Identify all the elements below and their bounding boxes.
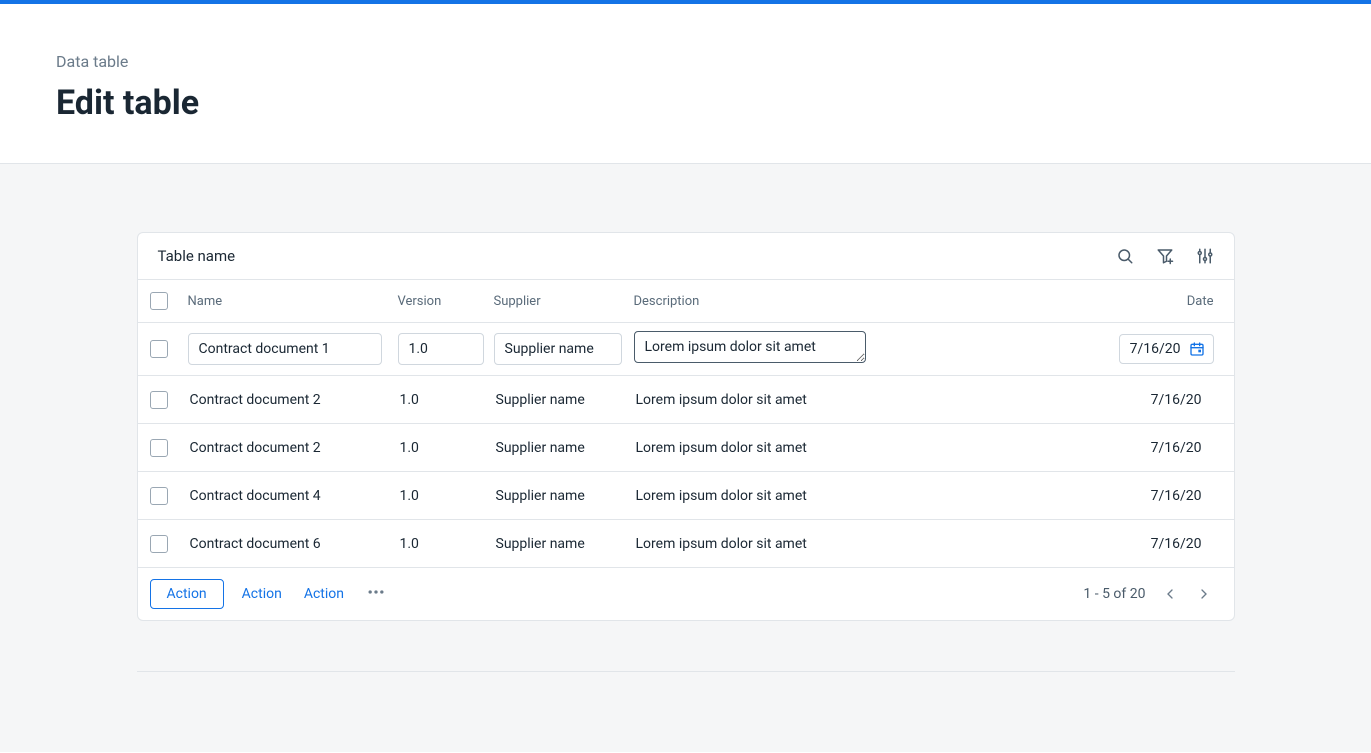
cell-supplier: Supplier name xyxy=(494,392,634,408)
section-divider xyxy=(137,671,1235,672)
table-title: Table name xyxy=(158,247,236,265)
table-row[interactable]: Contract document 4 1.0 Supplier name Lo… xyxy=(138,472,1234,520)
cell-supplier: Supplier name xyxy=(494,536,634,552)
search-icon[interactable] xyxy=(1116,247,1134,265)
row-checkbox[interactable] xyxy=(150,340,168,358)
table-row[interactable]: Contract document 2 1.0 Supplier name Lo… xyxy=(138,376,1234,424)
row-checkbox[interactable] xyxy=(150,487,168,505)
table-toolbar: Table name xyxy=(138,233,1234,280)
page-header: Data table Edit table xyxy=(0,4,1371,164)
row-checkbox[interactable] xyxy=(150,391,168,409)
row-checkbox[interactable] xyxy=(150,439,168,457)
cell-name: Contract document 4 xyxy=(188,488,398,504)
chevron-left-icon[interactable] xyxy=(1162,585,1180,603)
cell-date: 7/16/20 xyxy=(1088,440,1214,456)
table-row: 7/16/20 xyxy=(138,323,1234,376)
content-area: Table name xyxy=(0,164,1371,752)
data-table-card: Table name xyxy=(137,232,1235,621)
table-row[interactable]: Contract document 6 1.0 Supplier name Lo… xyxy=(138,520,1234,568)
cell-name: Contract document 2 xyxy=(188,392,398,408)
column-header-name[interactable]: Name xyxy=(188,294,398,309)
cell-description: Lorem ipsum dolor sit amet xyxy=(634,392,1088,408)
table-footer: Action Action Action 1 - 5 of 20 xyxy=(138,568,1234,620)
cell-version: 1.0 xyxy=(398,392,494,408)
sliders-icon[interactable] xyxy=(1196,247,1214,265)
column-header-supplier[interactable]: Supplier xyxy=(494,294,634,309)
action-link[interactable]: Action xyxy=(238,580,286,608)
date-input[interactable]: 7/16/20 xyxy=(1119,334,1214,364)
action-button-primary[interactable]: Action xyxy=(150,579,224,609)
footer-actions: Action Action Action xyxy=(150,578,391,610)
date-value: 7/16/20 xyxy=(1130,341,1181,357)
version-input[interactable] xyxy=(398,333,484,365)
filter-add-icon[interactable] xyxy=(1156,247,1174,265)
chevron-right-icon[interactable] xyxy=(1196,585,1214,603)
column-header-description[interactable]: Description xyxy=(634,294,1088,309)
cell-date: 7/16/20 xyxy=(1088,392,1214,408)
name-input[interactable] xyxy=(188,333,382,365)
cell-date: 7/16/20 xyxy=(1088,488,1214,504)
select-all-checkbox[interactable] xyxy=(150,292,168,310)
cell-version: 1.0 xyxy=(398,488,494,504)
toolbar-actions xyxy=(1116,247,1214,265)
page-title: Edit table xyxy=(56,83,1315,123)
pagination-range: 1 - 5 of 20 xyxy=(1083,586,1145,602)
more-horizontal-icon[interactable] xyxy=(362,578,390,610)
cell-description: Lorem ipsum dolor sit amet xyxy=(634,488,1088,504)
row-checkbox[interactable] xyxy=(150,535,168,553)
cell-version: 1.0 xyxy=(398,536,494,552)
cell-name: Contract document 2 xyxy=(188,440,398,456)
supplier-input[interactable] xyxy=(494,333,622,365)
table-row[interactable]: Contract document 2 1.0 Supplier name Lo… xyxy=(138,424,1234,472)
column-header-version[interactable]: Version xyxy=(398,294,494,309)
cell-date: 7/16/20 xyxy=(1088,536,1214,552)
cell-name: Contract document 6 xyxy=(188,536,398,552)
cell-description: Lorem ipsum dolor sit amet xyxy=(634,440,1088,456)
breadcrumb: Data table xyxy=(56,52,1315,71)
cell-supplier: Supplier name xyxy=(494,440,634,456)
action-link[interactable]: Action xyxy=(300,580,348,608)
cell-description: Lorem ipsum dolor sit amet xyxy=(634,536,1088,552)
cell-version: 1.0 xyxy=(398,440,494,456)
column-header-date[interactable]: Date xyxy=(1088,294,1214,309)
description-input[interactable] xyxy=(634,331,866,363)
pagination: 1 - 5 of 20 xyxy=(1083,585,1213,603)
cell-supplier: Supplier name xyxy=(494,488,634,504)
table-header-row: Name Version Supplier Description Date xyxy=(138,280,1234,323)
calendar-icon[interactable] xyxy=(1189,341,1205,357)
